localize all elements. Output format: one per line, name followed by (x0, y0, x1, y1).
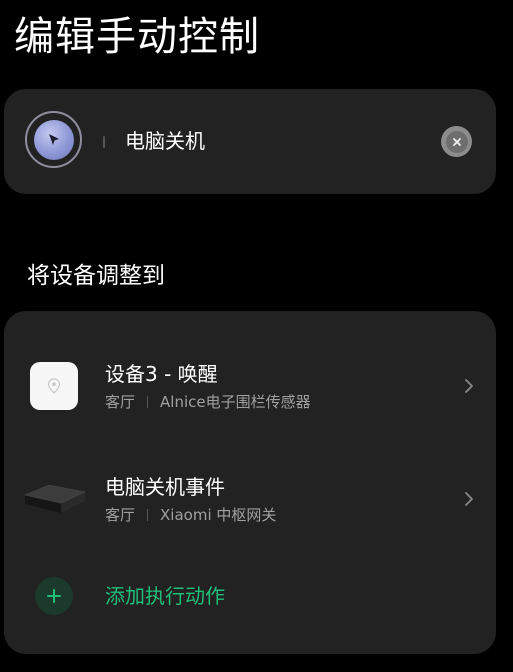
section-title: 将设备调整到 (27, 263, 165, 289)
scene-name-input[interactable]: 电脑关机 (125, 127, 205, 155)
page-title: 编辑手动控制 (14, 14, 260, 60)
close-icon (445, 130, 468, 153)
sensor-device-icon (30, 362, 78, 410)
clear-name-button[interactable] (441, 126, 472, 157)
add-action-label: 添加执行动作 (105, 584, 225, 608)
action-room: 客厅 (105, 393, 136, 411)
scene-name-card: 电脑关机 (4, 89, 496, 194)
action-subtitle: 客厅 Xiaomi 中枢网关 (105, 504, 276, 526)
scene-icon-button[interactable] (25, 111, 82, 168)
action-title: 设备3 - 唤醒 (105, 362, 218, 386)
separator (147, 396, 149, 408)
chevron-right-icon (465, 492, 473, 506)
plus-icon (47, 589, 61, 603)
action-list-card: 设备3 - 唤醒 客厅 Alnice电子围栏传感器 电脑关机事件 客厅 Xiao… (4, 311, 496, 654)
action-room: 客厅 (105, 506, 136, 524)
text-cursor (103, 136, 105, 148)
action-subtitle: 客厅 Alnice电子围栏传感器 (105, 391, 311, 413)
list-item[interactable]: 电脑关机事件 客厅 Xiaomi 中枢网关 (4, 459, 496, 539)
action-device: Alnice电子围栏传感器 (160, 393, 311, 411)
add-action-row[interactable]: 添加执行动作 (4, 566, 496, 626)
gateway-device-icon (22, 475, 88, 523)
action-title: 电脑关机事件 (105, 475, 225, 499)
separator (147, 509, 149, 521)
add-action-button[interactable] (35, 577, 73, 615)
chevron-right-icon (465, 379, 473, 393)
list-item[interactable]: 设备3 - 唤醒 客厅 Alnice电子围栏传感器 (4, 346, 496, 426)
action-device: Xiaomi 中枢网关 (160, 506, 277, 524)
cursor-arrow-icon (33, 119, 74, 160)
